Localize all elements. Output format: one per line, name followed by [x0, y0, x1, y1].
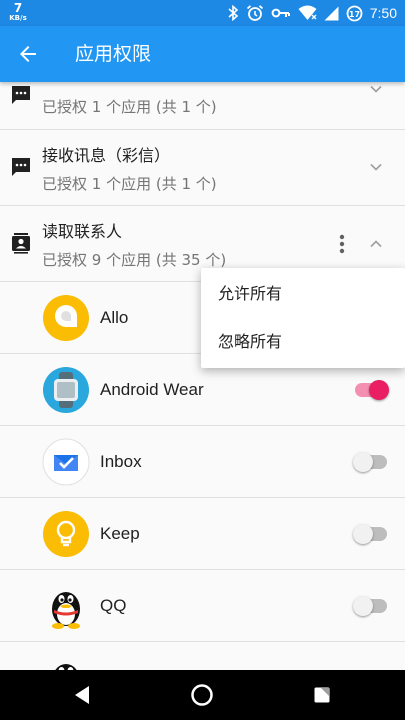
menu-item-ignore-all[interactable]: 忽略所有	[201, 318, 405, 366]
overflow-menu: 允许所有 忽略所有	[201, 268, 405, 368]
wifi-icon	[298, 5, 317, 20]
arrow-back-icon[interactable]	[16, 42, 40, 66]
app-name: Inbox	[100, 452, 142, 471]
permission-toggle[interactable]	[353, 380, 389, 400]
chevron-down-icon[interactable]	[369, 160, 383, 174]
recents-nav-icon[interactable]	[310, 683, 334, 707]
permission-group-sms[interactable]: 已授权 1 个应用 (共 1 个)	[0, 82, 405, 130]
allo-icon	[43, 295, 89, 341]
permission-group-title: 接收讯息（彩信）	[42, 146, 171, 165]
permission-group-summary: 已授权 1 个应用 (共 1 个)	[42, 175, 217, 193]
menu-item-allow-all[interactable]: 允许所有	[201, 270, 405, 318]
permission-toggle[interactable]	[353, 524, 389, 544]
chevron-up-icon[interactable]	[369, 237, 383, 251]
message-icon	[12, 158, 30, 176]
app-bar: 应用权限	[0, 26, 405, 82]
keep-icon	[43, 511, 89, 557]
network-speed-unit: KB/s	[9, 14, 27, 22]
permission-toggle[interactable]	[353, 452, 389, 472]
qq-icon	[55, 664, 77, 670]
network-speed-value: 7	[13, 1, 23, 15]
bluetooth-icon	[228, 5, 238, 21]
back-nav-icon[interactable]	[70, 683, 94, 707]
app-name: Android Wear	[100, 380, 204, 399]
battery-saver-icon: 17	[346, 5, 363, 21]
inbox-icon	[42, 438, 90, 486]
qq-icon	[52, 592, 80, 629]
app-name: Allo	[100, 308, 129, 327]
app-row-partial[interactable]	[0, 642, 405, 670]
alarm-icon	[246, 5, 263, 21]
permission-group-summary: 已授权 1 个应用 (共 1 个)	[42, 98, 217, 116]
app-row-keep[interactable]: Keep	[0, 498, 405, 570]
navigation-bar	[0, 670, 405, 720]
app-row-inbox[interactable]: Inbox	[0, 426, 405, 498]
svg-text:17: 17	[349, 10, 360, 19]
contacts-icon	[12, 233, 30, 254]
app-name: Keep	[100, 524, 140, 543]
status-time: 7:50	[369, 5, 397, 21]
vpn-key-icon	[271, 8, 290, 18]
permission-list[interactable]: 已授权 1 个应用 (共 1 个) 接收讯息（彩信） 已授权 1 个应用 (共 …	[0, 82, 405, 670]
android-wear-icon	[43, 367, 89, 413]
page-title: 应用权限	[75, 43, 152, 65]
chevron-down-icon[interactable]	[369, 82, 383, 96]
permission-group-summary: 已授权 9 个应用 (共 35 个)	[42, 251, 227, 269]
permission-group-mms[interactable]: 接收讯息（彩信） 已授权 1 个应用 (共 1 个)	[0, 130, 405, 206]
app-name: QQ	[100, 596, 127, 615]
permission-toggle[interactable]	[353, 596, 389, 616]
more-vert-icon[interactable]	[339, 234, 345, 254]
cellular-signal-icon	[324, 6, 339, 20]
home-nav-icon[interactable]	[190, 683, 214, 707]
permission-group-title: 读取联系人	[42, 222, 123, 241]
app-row-qq[interactable]: QQ	[0, 570, 405, 642]
network-speed: 7 KB/s	[8, 2, 28, 23]
status-bar: 7 KB/s 17 7:50	[0, 0, 405, 26]
message-icon	[12, 86, 30, 104]
